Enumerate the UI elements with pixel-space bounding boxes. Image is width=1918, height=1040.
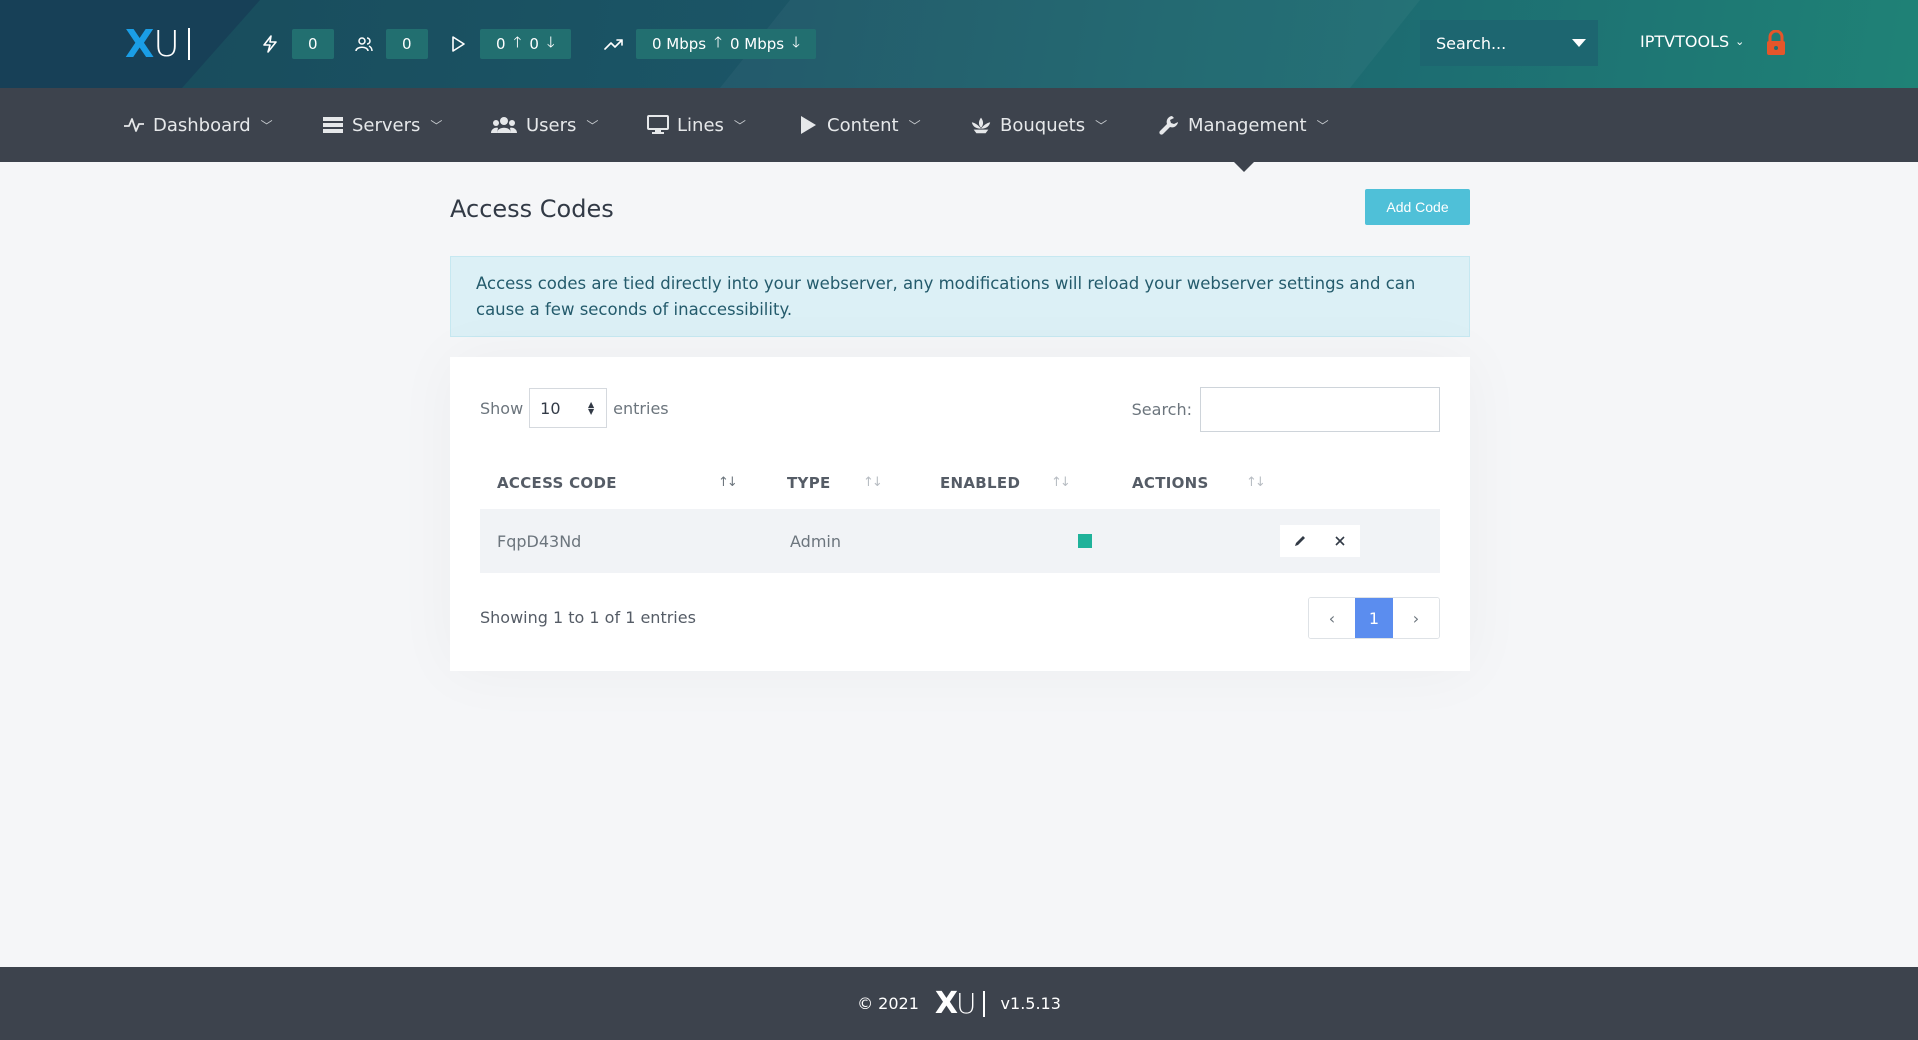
global-search-dropdown[interactable]: Search... <box>1420 20 1598 66</box>
caret-down-icon <box>1572 39 1586 47</box>
pagination-next[interactable]: › <box>1393 598 1439 638</box>
nav-lines[interactable]: Lines ﹀ <box>647 88 746 162</box>
footer-logo: X U <box>935 986 985 1021</box>
top-header: X U 0 0 0 🡑 0 🡓 0 Mbps 🡑 0 Mbps 🡓 Search… <box>0 0 1918 88</box>
chevron-down-icon: ⌄ <box>1735 35 1745 48</box>
footer: © 2021 X U v1.5.13 <box>0 967 1918 1040</box>
table-search-input[interactable] <box>1200 387 1440 432</box>
column-header-actions[interactable]: ACTIONS <box>1132 457 1209 509</box>
footer-copyright: © 2021 <box>857 994 919 1013</box>
chevron-down-icon: ﹀ <box>260 118 273 133</box>
stat-streams[interactable]: 0 🡑 0 🡓 <box>446 29 571 59</box>
page-length-select[interactable]: 10 ▲ ▼ <box>529 388 608 428</box>
cell-type: Admin <box>790 531 841 551</box>
pulse-icon <box>123 114 145 136</box>
users-icon <box>352 32 376 56</box>
sort-icon[interactable]: ↑↓ <box>1246 475 1266 490</box>
arrow-down-icon: 🡓 <box>792 32 800 51</box>
pencil-icon <box>1295 536 1305 546</box>
bolt-icon <box>258 32 282 56</box>
chevron-down-icon: ﹀ <box>733 118 746 133</box>
sort-arrows-icon: ▲ ▼ <box>588 400 595 416</box>
sort-icon[interactable]: ↑↓ <box>863 475 883 490</box>
pagination-prev[interactable]: ‹ <box>1309 598 1355 638</box>
page-title: Access Codes <box>450 195 614 223</box>
table-header: ACCESS CODE ↑↓ TYPE ↑↓ ENABLED ↑↓ ACTION… <box>480 457 1440 509</box>
chevron-down-icon: ﹀ <box>908 118 921 133</box>
column-header-type[interactable]: TYPE <box>787 457 831 509</box>
pagination: ‹ 1 › <box>1308 597 1440 639</box>
nav-management[interactable]: Management ﹀ <box>1158 88 1329 162</box>
app-logo[interactable]: X U <box>125 22 190 66</box>
nav-users[interactable]: Users ﹀ <box>490 88 598 162</box>
lock-icon[interactable] <box>1765 29 1787 56</box>
pagination-page-1[interactable]: 1 <box>1355 598 1393 638</box>
footer-version: v1.5.13 <box>1000 994 1061 1013</box>
stat-connections[interactable]: 0 <box>258 29 334 59</box>
sort-asc-icon[interactable]: ↑↓ <box>718 475 738 490</box>
wrench-icon <box>1158 114 1180 136</box>
users-icon <box>490 114 518 136</box>
nav-servers[interactable]: Servers ﹀ <box>322 88 442 162</box>
arrow-up-icon: 🡑 <box>513 32 522 51</box>
close-icon <box>1335 536 1345 546</box>
cell-access-code: FqpD43Nd <box>497 531 582 551</box>
play-icon <box>446 32 470 56</box>
page-length-control: Show 10 ▲ ▼ entries <box>480 388 669 428</box>
stat-users[interactable]: 0 <box>352 29 428 59</box>
chevron-down-icon: ﹀ <box>586 118 599 133</box>
nav-bouquets[interactable]: Bouquets ﹀ <box>970 88 1107 162</box>
chevron-down-icon: ﹀ <box>1316 118 1329 133</box>
access-codes-card: Show 10 ▲ ▼ entries Search: ACCESS CODE ↑… <box>450 357 1470 671</box>
active-nav-pointer <box>1234 162 1254 172</box>
table-row: FqpD43Nd Admin <box>480 509 1440 573</box>
column-header-access-code[interactable]: ACCESS CODE <box>497 457 617 509</box>
nav-dashboard[interactable]: Dashboard ﹀ <box>123 88 273 162</box>
monitor-icon <box>647 114 669 136</box>
enabled-indicator <box>1078 534 1092 548</box>
delete-button[interactable] <box>1320 525 1360 557</box>
column-header-enabled[interactable]: ENABLED <box>940 457 1020 509</box>
arrow-up-icon: 🡑 <box>714 32 722 51</box>
row-actions <box>1280 525 1360 557</box>
server-icon <box>322 114 344 136</box>
play-icon <box>797 114 819 136</box>
user-menu[interactable]: IPTVTOOLS ⌄ <box>1640 32 1744 51</box>
table-search: Search: <box>1132 387 1440 432</box>
table-info: Showing 1 to 1 of 1 entries <box>480 608 696 627</box>
chevron-down-icon: ﹀ <box>430 118 443 133</box>
trending-up-icon <box>602 32 626 56</box>
edit-button[interactable] <box>1280 525 1320 557</box>
stat-bandwidth[interactable]: 0 Mbps 🡑 0 Mbps 🡓 <box>602 29 816 59</box>
chevron-down-icon: ﹀ <box>1095 118 1108 133</box>
main-nav: Dashboard ﹀ Servers ﹀ Users ﹀ Lines ﹀ Co… <box>0 88 1918 162</box>
sort-icon[interactable]: ↑↓ <box>1051 475 1071 490</box>
add-code-button[interactable]: Add Code <box>1365 189 1470 225</box>
nav-content[interactable]: Content ﹀ <box>797 88 921 162</box>
bouquet-icon <box>970 114 992 136</box>
arrow-down-icon: 🡓 <box>546 32 555 51</box>
info-alert: Access codes are tied directly into your… <box>450 256 1470 337</box>
